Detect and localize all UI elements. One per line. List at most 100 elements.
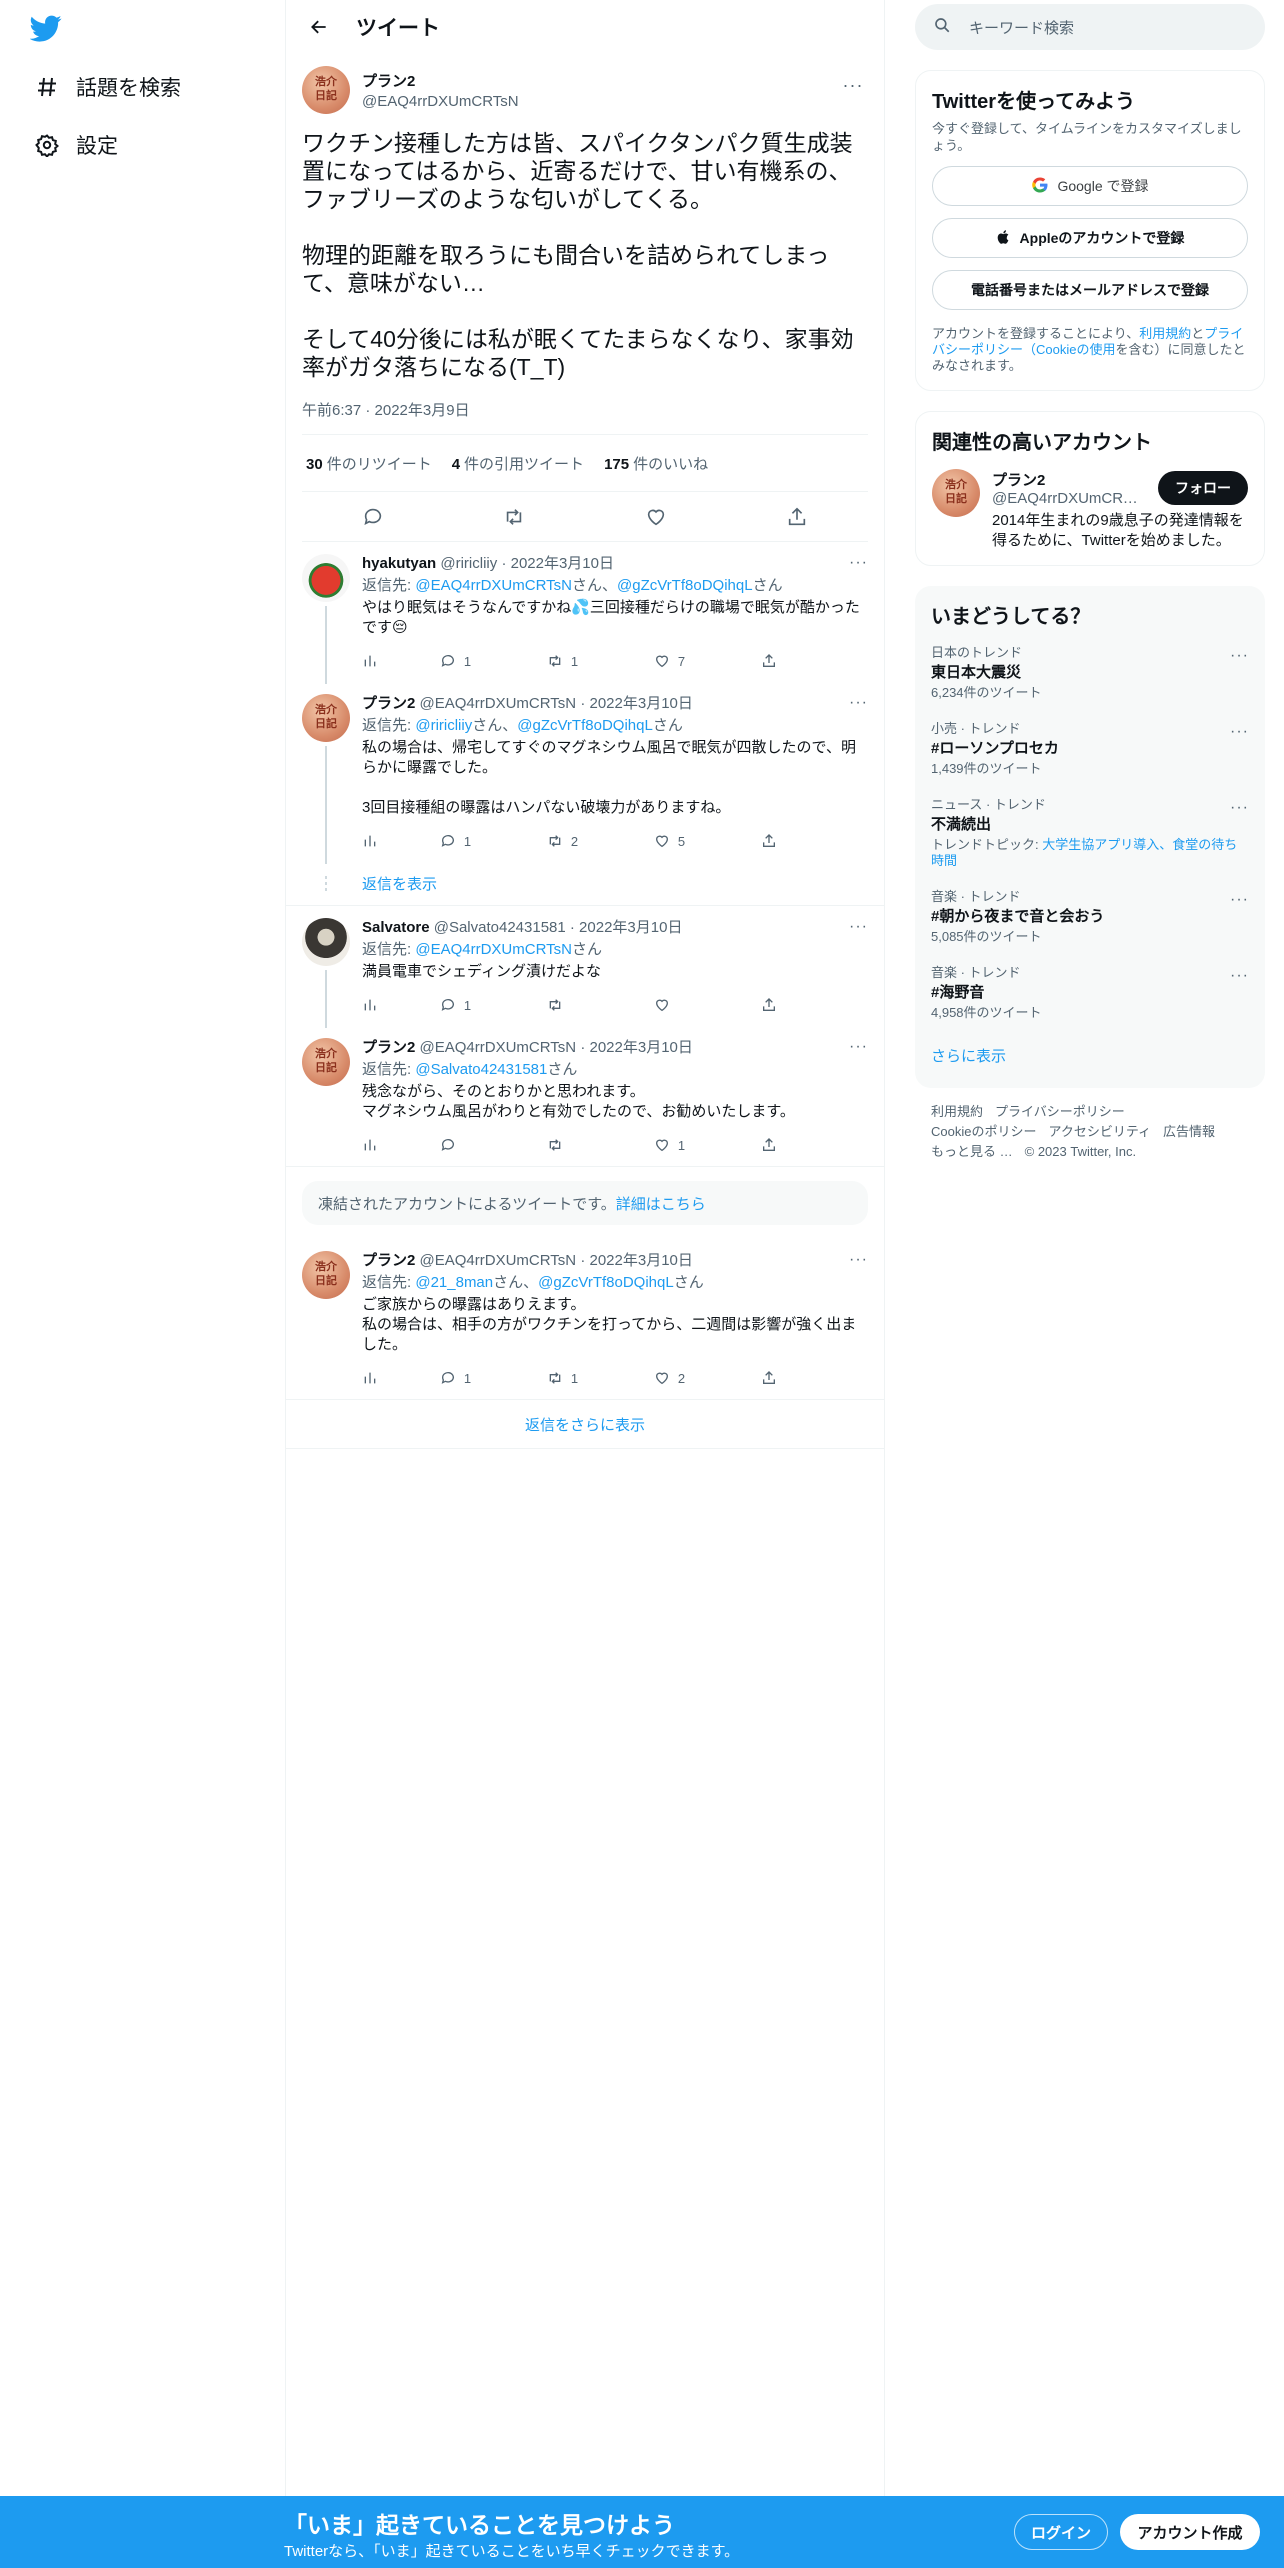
- like-stat[interactable]: 175 件のいいね: [604, 453, 708, 474]
- retweet-icon[interactable]: [494, 497, 534, 537]
- like-button[interactable]: 1: [654, 1137, 761, 1153]
- trend-item[interactable]: 日本のトレンド 東日本大震災 6,234件のツイート ···: [915, 635, 1265, 711]
- reply-tweet[interactable]: hyakutyan @riricliiy · 2022年3月10日 ··· 返信…: [286, 542, 884, 684]
- phone-signup-button[interactable]: 電話番号またはメールアドレスで登録: [932, 270, 1248, 310]
- more-options-icon[interactable]: ···: [849, 1038, 868, 1056]
- search-input[interactable]: キーワード検索: [969, 17, 1074, 38]
- terms-link[interactable]: 利用規約: [1139, 326, 1191, 341]
- reply-date[interactable]: · 2022年3月10日: [580, 695, 693, 712]
- reply-author-name[interactable]: プラン2: [362, 1252, 415, 1269]
- author-name[interactable]: プラン2: [362, 70, 519, 91]
- reply-button[interactable]: 1: [440, 833, 547, 849]
- author-handle[interactable]: @EAQ4rrDXUmCRTsN: [362, 93, 519, 110]
- analytics-icon[interactable]: [362, 1137, 440, 1153]
- search-box[interactable]: キーワード検索: [915, 4, 1265, 50]
- like-button[interactable]: 7: [654, 653, 761, 669]
- more-options-icon[interactable]: ···: [1230, 891, 1249, 909]
- apple-signup-button[interactable]: Appleのアカウントで登録: [932, 218, 1248, 258]
- mention-link[interactable]: @21_8man: [415, 1274, 493, 1291]
- nav-explore[interactable]: 話題を検索: [30, 62, 181, 112]
- like-icon[interactable]: [636, 497, 676, 537]
- learn-more-link[interactable]: 詳細はこちら: [616, 1193, 706, 1214]
- avatar[interactable]: [302, 694, 350, 742]
- avatar[interactable]: [302, 554, 350, 602]
- reply-date[interactable]: · 2022年3月10日: [580, 1039, 693, 1056]
- mention-link[interactable]: @gZcVrTf8oDQihqL: [538, 1274, 674, 1291]
- twitter-logo-icon[interactable]: [29, 12, 70, 52]
- reply-author-handle[interactable]: @Salvato42431581: [434, 919, 566, 936]
- footer-terms-link[interactable]: 利用規約: [931, 1104, 983, 1119]
- related-account-handle[interactable]: @EAQ4rrDXUmCRTsN: [992, 490, 1142, 507]
- reply-tweet[interactable]: Salvatore @Salvato42431581 · 2022年3月10日 …: [286, 906, 884, 1028]
- reply-button[interactable]: 1: [440, 997, 547, 1013]
- tweet-timestamp[interactable]: 午前6:37 · 2022年3月9日: [302, 399, 868, 435]
- share-icon[interactable]: [761, 1137, 868, 1153]
- retweet-button[interactable]: [547, 1137, 654, 1153]
- avatar[interactable]: [302, 1038, 350, 1086]
- show-replies-link[interactable]: 返信を表示: [286, 862, 884, 906]
- share-icon[interactable]: [761, 833, 868, 849]
- login-button[interactable]: ログイン: [1014, 2514, 1108, 2550]
- trend-item[interactable]: ニュース · トレンド 不満続出 トレンドトピック: 大学生協アプリ導入、食堂の…: [915, 787, 1265, 879]
- reply-tweet[interactable]: プラン2 @EAQ4rrDXUmCRTsN · 2022年3月10日 ··· 返…: [286, 682, 884, 864]
- more-options-icon[interactable]: ···: [849, 694, 868, 712]
- trend-item[interactable]: 音楽 · トレンド #朝から夜まで音と会おう 5,085件のツイート ···: [915, 879, 1265, 955]
- reply-author-name[interactable]: Salvatore: [362, 919, 430, 936]
- nav-settings[interactable]: 設定: [30, 120, 118, 170]
- mention-link[interactable]: @riricliiy: [415, 717, 472, 734]
- reply-tweet[interactable]: プラン2 @EAQ4rrDXUmCRTsN · 2022年3月10日 ··· 返…: [286, 1026, 884, 1167]
- like-button[interactable]: 5: [654, 833, 761, 849]
- avatar[interactable]: [932, 469, 980, 517]
- reply-button[interactable]: 1: [440, 1370, 547, 1386]
- reply-author-name[interactable]: hyakutyan: [362, 555, 436, 572]
- follow-button[interactable]: フォロー: [1158, 471, 1248, 505]
- retweet-button[interactable]: [547, 997, 654, 1013]
- reply-author-handle[interactable]: @EAQ4rrDXUmCRTsN: [420, 1252, 577, 1269]
- footer-cookie-link[interactable]: Cookieのポリシー: [931, 1124, 1036, 1139]
- share-icon[interactable]: [761, 997, 868, 1013]
- reply-author-handle[interactable]: @riricliiy: [440, 555, 497, 572]
- reply-tweet[interactable]: プラン2 @EAQ4rrDXUmCRTsN · 2022年3月10日 ··· 返…: [286, 1239, 884, 1399]
- more-options-icon[interactable]: ···: [1230, 723, 1249, 741]
- show-more-replies-button[interactable]: 返信をさらに表示: [286, 1399, 884, 1449]
- mention-link[interactable]: @gZcVrTf8oDQihqL: [517, 717, 653, 734]
- mention-link[interactable]: @EAQ4rrDXUmCRTsN: [415, 577, 572, 594]
- reply-author-name[interactable]: プラン2: [362, 1039, 415, 1056]
- footer-privacy-link[interactable]: プライバシーポリシー: [995, 1104, 1125, 1119]
- reply-date[interactable]: · 2022年3月10日: [501, 555, 614, 572]
- retweet-stat[interactable]: 30 件のリツイート: [306, 453, 432, 474]
- reply-author-name[interactable]: プラン2: [362, 695, 415, 712]
- back-arrow-icon[interactable]: [302, 10, 336, 44]
- share-icon[interactable]: [761, 1370, 868, 1386]
- footer-more-link[interactable]: もっと見る …: [931, 1144, 1013, 1159]
- mention-link[interactable]: @Salvato42431581: [415, 1061, 547, 1078]
- reply-date[interactable]: · 2022年3月10日: [570, 919, 683, 936]
- related-account[interactable]: プラン2 @EAQ4rrDXUmCRTsN 2014年生まれの9歳息子の発達情報…: [916, 461, 1264, 565]
- share-icon[interactable]: [777, 497, 817, 537]
- more-options-icon[interactable]: ···: [849, 1251, 868, 1269]
- avatar[interactable]: [302, 66, 350, 114]
- retweet-button[interactable]: 1: [547, 653, 654, 669]
- analytics-icon[interactable]: [362, 653, 440, 669]
- like-button[interactable]: [654, 997, 761, 1013]
- reply-button[interactable]: [440, 1137, 547, 1153]
- avatar[interactable]: [302, 918, 350, 966]
- retweet-button[interactable]: 2: [547, 833, 654, 849]
- analytics-icon[interactable]: [362, 1370, 440, 1386]
- google-signup-button[interactable]: Google で登録: [932, 166, 1248, 206]
- trend-item[interactable]: 小売 · トレンド #ローソンプロセカ 1,439件のツイート ···: [915, 711, 1265, 787]
- quote-stat[interactable]: 4 件の引用ツイート: [452, 453, 584, 474]
- reply-button[interactable]: 1: [440, 653, 547, 669]
- reply-date[interactable]: · 2022年3月10日: [580, 1252, 693, 1269]
- reply-author-handle[interactable]: @EAQ4rrDXUmCRTsN: [420, 1039, 577, 1056]
- analytics-icon[interactable]: [362, 997, 440, 1013]
- analytics-icon[interactable]: [362, 833, 440, 849]
- footer-accessibility-link[interactable]: アクセシビリティ: [1048, 1124, 1151, 1139]
- more-options-icon[interactable]: ···: [849, 918, 868, 936]
- more-options-icon[interactable]: ···: [838, 75, 868, 95]
- more-options-icon[interactable]: ···: [1230, 967, 1249, 985]
- reply-author-handle[interactable]: @EAQ4rrDXUmCRTsN: [420, 695, 577, 712]
- more-options-icon[interactable]: ···: [1230, 799, 1249, 817]
- avatar[interactable]: [302, 1251, 350, 1299]
- reply-icon[interactable]: [353, 497, 393, 537]
